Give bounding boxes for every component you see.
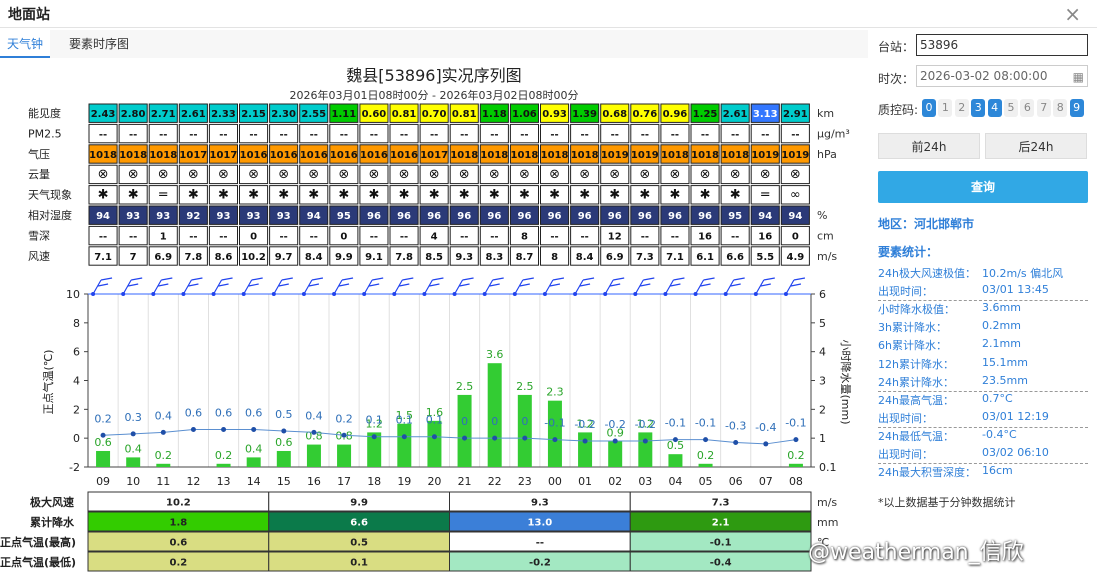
summary-row-unit: mm: [817, 516, 838, 529]
stat-key: 24h累计降水：: [878, 375, 954, 389]
stat-key: 3h累计降水：: [878, 321, 947, 335]
qc-code-5[interactable]: 5: [1004, 99, 1018, 117]
summary-value: 0.2: [170, 558, 188, 569]
summary-row-label: 极大风速: [30, 495, 74, 509]
summary-value: 0.6: [170, 538, 188, 549]
summary-value: --: [536, 538, 544, 549]
summary-row-label: 累计降水: [30, 515, 75, 529]
summary-value: -0.2: [529, 558, 551, 569]
time-input[interactable]: 2026-03-02 08:00:00 ▦: [916, 65, 1088, 87]
summary-value: 9.3: [531, 498, 549, 509]
stat-value: 10.2m/s 偏北风: [982, 267, 1064, 280]
summary-value: 10.2: [166, 498, 191, 509]
stat-value: 23.5mm: [982, 373, 1028, 387]
stat-row: 小时降水极值： 3.6mm: [878, 301, 1088, 319]
stat-value: 0.7°C: [982, 391, 1013, 405]
stat-key: 24h最低气温：: [878, 429, 954, 443]
summary-value: -0.4: [710, 558, 732, 569]
stats-note: *以上数据基于分钟数据统计: [878, 496, 1016, 509]
summary-row-label: 正点气温(最低): [0, 555, 76, 569]
stat-value: 03/02 06:10: [982, 446, 1049, 459]
summary-value: -0.1: [710, 538, 732, 549]
summary-value: 1.8: [170, 518, 188, 529]
summary-value: 13.0: [528, 518, 553, 529]
stat-row: 出现时间： 03/01 12:19: [878, 410, 1088, 428]
qc-code-7[interactable]: 7: [1036, 99, 1051, 117]
summary-value: 9.9: [350, 498, 368, 509]
stat-value: 3.6mm: [982, 301, 1021, 315]
qc-code-8[interactable]: 8: [1053, 99, 1068, 117]
stat-value: -0.4°C: [982, 427, 1017, 441]
stat-key: 小时降水极值：: [878, 303, 955, 317]
prev-24h-button[interactable]: 前24h: [878, 133, 980, 159]
stat-row: 24h最大积雪深度： 16cm: [878, 464, 1088, 482]
qc-code-3[interactable]: 3: [971, 99, 986, 117]
qc-code-9[interactable]: 9: [1069, 99, 1084, 117]
stat-row: 出现时间： 03/01 13:45: [878, 283, 1088, 302]
query-button[interactable]: 查询: [878, 171, 1088, 203]
qc-code-1[interactable]: 1: [938, 99, 953, 117]
stat-row: 6h累计降水： 2.1mm: [878, 337, 1088, 355]
station-input[interactable]: 53896: [916, 34, 1088, 56]
time-label: 时次：: [878, 72, 915, 86]
stat-key: 12h累计降水：: [878, 357, 954, 371]
stat-key: 出现时间：: [878, 285, 933, 299]
stat-key: 24h最大积雪深度：: [878, 466, 976, 480]
qc-code-0[interactable]: 0: [922, 99, 936, 117]
stat-row: 24h累计降水： 23.5mm: [878, 374, 1088, 392]
stat-key: 出现时间：: [878, 448, 933, 461]
stat-value: 2.1mm: [982, 337, 1021, 351]
summary-value: 2.1: [712, 518, 730, 529]
stat-row: 24h极大风速极值： 10.2m/s 偏北风: [878, 265, 1088, 283]
stat-value: 0.2mm: [982, 319, 1021, 333]
watermark: @weatherman_信欣: [808, 540, 1024, 565]
summary-table: 极大风速 m/s 10.2 9.9 9.3 7.3 累计降水 mm 1.8 6.6 13.0 2.1 正…: [0, 491, 838, 572]
stat-row: 12h累计降水： 15.1mm: [878, 356, 1088, 374]
stat-value: 16cm: [982, 464, 1013, 478]
calendar-icon[interactable]: ▦: [1073, 67, 1084, 87]
region-label: 地区：河北邯郸市: [878, 217, 975, 231]
summary-value: 0.1: [350, 558, 368, 569]
stat-row: 3h累计降水： 0.2mm: [878, 319, 1088, 337]
stat-key: 出现时间：: [878, 411, 933, 425]
stat-row: 出现时间： 03/02 06:10: [878, 446, 1088, 464]
summary-value: 6.6: [350, 518, 368, 529]
stat-key: 6h累计降水：: [878, 339, 947, 353]
stat-value: 15.1mm: [982, 355, 1028, 369]
station-label: 台站：: [878, 40, 915, 54]
qc-code-4[interactable]: 4: [987, 99, 1002, 117]
stat-row: 24h最高气温： 0.7°C: [878, 392, 1088, 410]
qc-code-6[interactable]: 6: [1020, 99, 1035, 117]
summary-value: 7.3: [712, 498, 730, 509]
stat-value: 03/01 12:19: [982, 409, 1049, 423]
stat-value: 03/01 13:45: [982, 283, 1049, 297]
close-icon[interactable]: ×: [1064, 2, 1081, 26]
summary-row-unit: m/s: [817, 496, 837, 509]
qc-label: 质控码:: [878, 103, 919, 117]
next-24h-button[interactable]: 后24h: [985, 133, 1087, 159]
qc-code-2[interactable]: 2: [954, 99, 969, 117]
summary-row-label: 正点气温(最高): [0, 535, 76, 549]
time-value: 2026-03-02 08:00:00: [920, 69, 1048, 83]
stat-row: 24h最低气温： -0.4°C: [878, 428, 1088, 446]
stat-key: 24h极大风速极值：: [878, 267, 976, 280]
stats-title: 要素统计：: [878, 245, 939, 259]
stat-key: 24h最高气温：: [878, 393, 954, 407]
summary-value: 0.5: [350, 538, 368, 549]
